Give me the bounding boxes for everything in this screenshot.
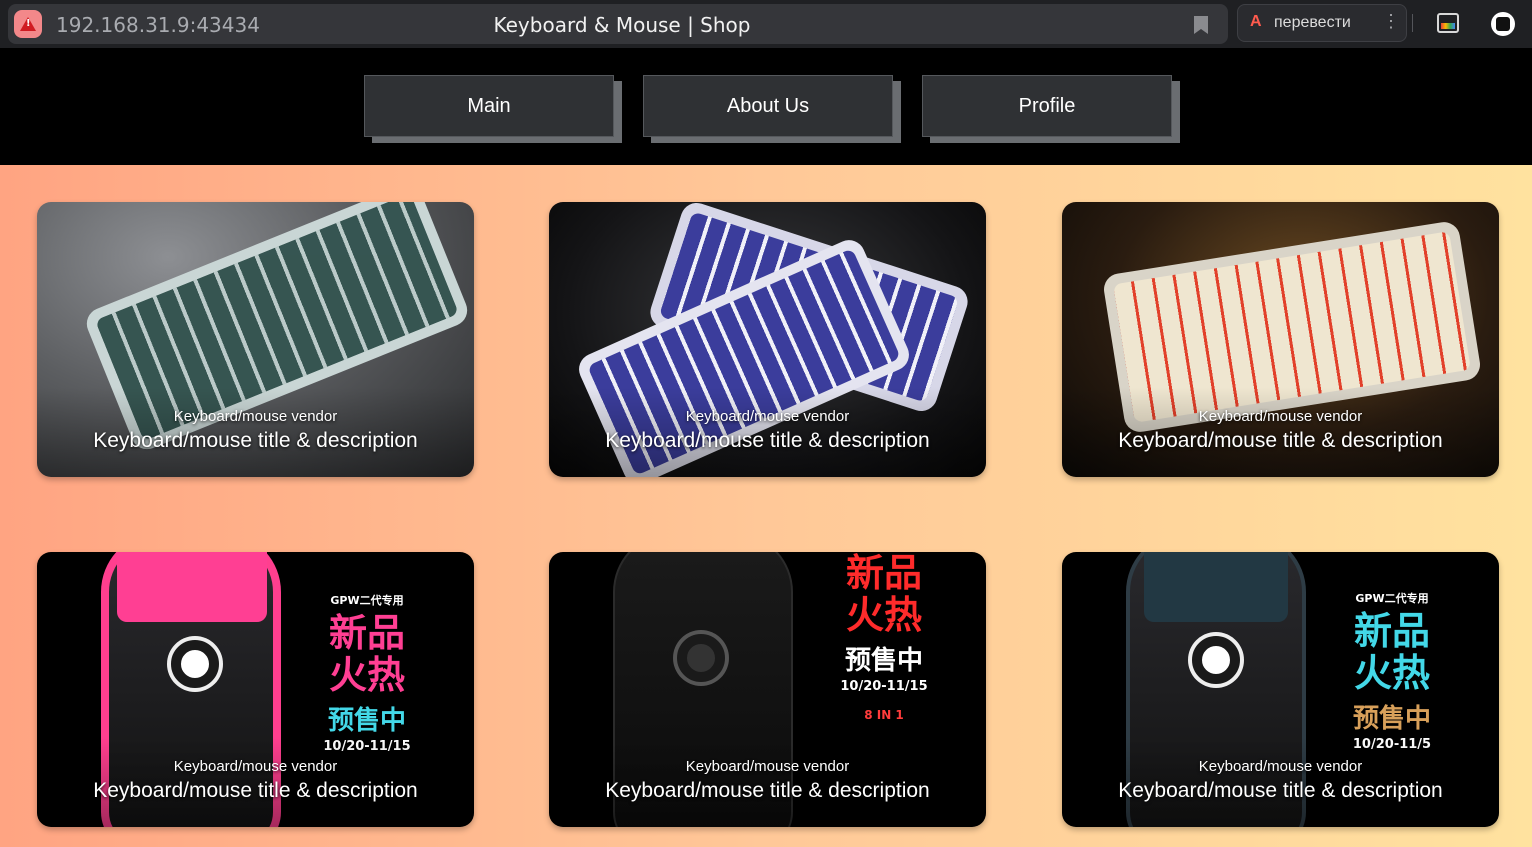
more-menu-icon[interactable]: ⋮ xyxy=(1382,11,1400,32)
browser-toolbar: 192.168.31.9:43434 Keyboard & Mouse | Sh… xyxy=(0,0,1532,48)
product-vendor: Keyboard/mouse vendor xyxy=(173,758,338,775)
nav-main-button[interactable]: Main xyxy=(364,75,614,137)
product-vendor: Keyboard/mouse vendor xyxy=(685,408,850,425)
product-title: Keyboard/mouse title & description xyxy=(93,429,418,452)
address-bar[interactable]: 192.168.31.9:43434 Keyboard & Mouse | Sh… xyxy=(8,4,1228,44)
product-card[interactable]: Keyboard/mouse vendor Keyboard/mouse tit… xyxy=(37,202,474,477)
product-card[interactable]: Keyboard/mouse vendor Keyboard/mouse tit… xyxy=(549,202,986,477)
product-card[interactable]: 新品 火热 预售中 10/20-11/15 8 IN 1 Keyboard/mo… xyxy=(549,552,986,827)
product-vendor: Keyboard/mouse vendor xyxy=(173,408,338,425)
promo-text: 新品 火热 预售中 10/20-11/15 8 IN 1 xyxy=(840,552,928,722)
product-grid: Keyboard/mouse vendor Keyboard/mouse tit… xyxy=(0,165,1532,847)
product-card[interactable]: GPW二代专用 新品 火热 预售中 10/20-11/15 Keyboard/m… xyxy=(37,552,474,827)
product-title: Keyboard/mouse title & description xyxy=(93,779,418,802)
promo-text: GPW二代专用 新品 火热 预售中 10/20-11/5 xyxy=(1352,592,1432,752)
translate-label: перевести xyxy=(1274,14,1351,31)
site-nav: Main About Us Profile xyxy=(0,48,1532,165)
nav-profile-button[interactable]: Profile xyxy=(922,75,1172,137)
promo-text: GPW二代专用 新品 火热 预售中 10/20-11/15 xyxy=(323,594,411,754)
translate-button[interactable]: A перевести ⋮ xyxy=(1237,4,1407,42)
product-title: Keyboard/mouse title & description xyxy=(605,779,930,802)
nav-about-us-button[interactable]: About Us xyxy=(643,75,893,137)
product-vendor: Keyboard/mouse vendor xyxy=(1198,408,1363,425)
toolbar-separator xyxy=(1412,14,1413,32)
cast-icon[interactable] xyxy=(1437,13,1459,33)
translate-icon: A xyxy=(1250,13,1262,30)
page-title: Keyboard & Mouse | Shop xyxy=(493,13,751,37)
extension-icon[interactable] xyxy=(1491,12,1515,36)
product-title: Keyboard/mouse title & description xyxy=(1118,429,1443,452)
product-card[interactable]: GPW二代专用 新品 火热 预售中 10/20-11/5 Keyboard/mo… xyxy=(1062,552,1499,827)
product-vendor: Keyboard/mouse vendor xyxy=(1198,758,1363,775)
product-title: Keyboard/mouse title & description xyxy=(1118,779,1443,802)
product-title: Keyboard/mouse title & description xyxy=(605,429,930,452)
product-vendor: Keyboard/mouse vendor xyxy=(685,758,850,775)
product-card[interactable]: Keyboard/mouse vendor Keyboard/mouse tit… xyxy=(1062,202,1499,477)
